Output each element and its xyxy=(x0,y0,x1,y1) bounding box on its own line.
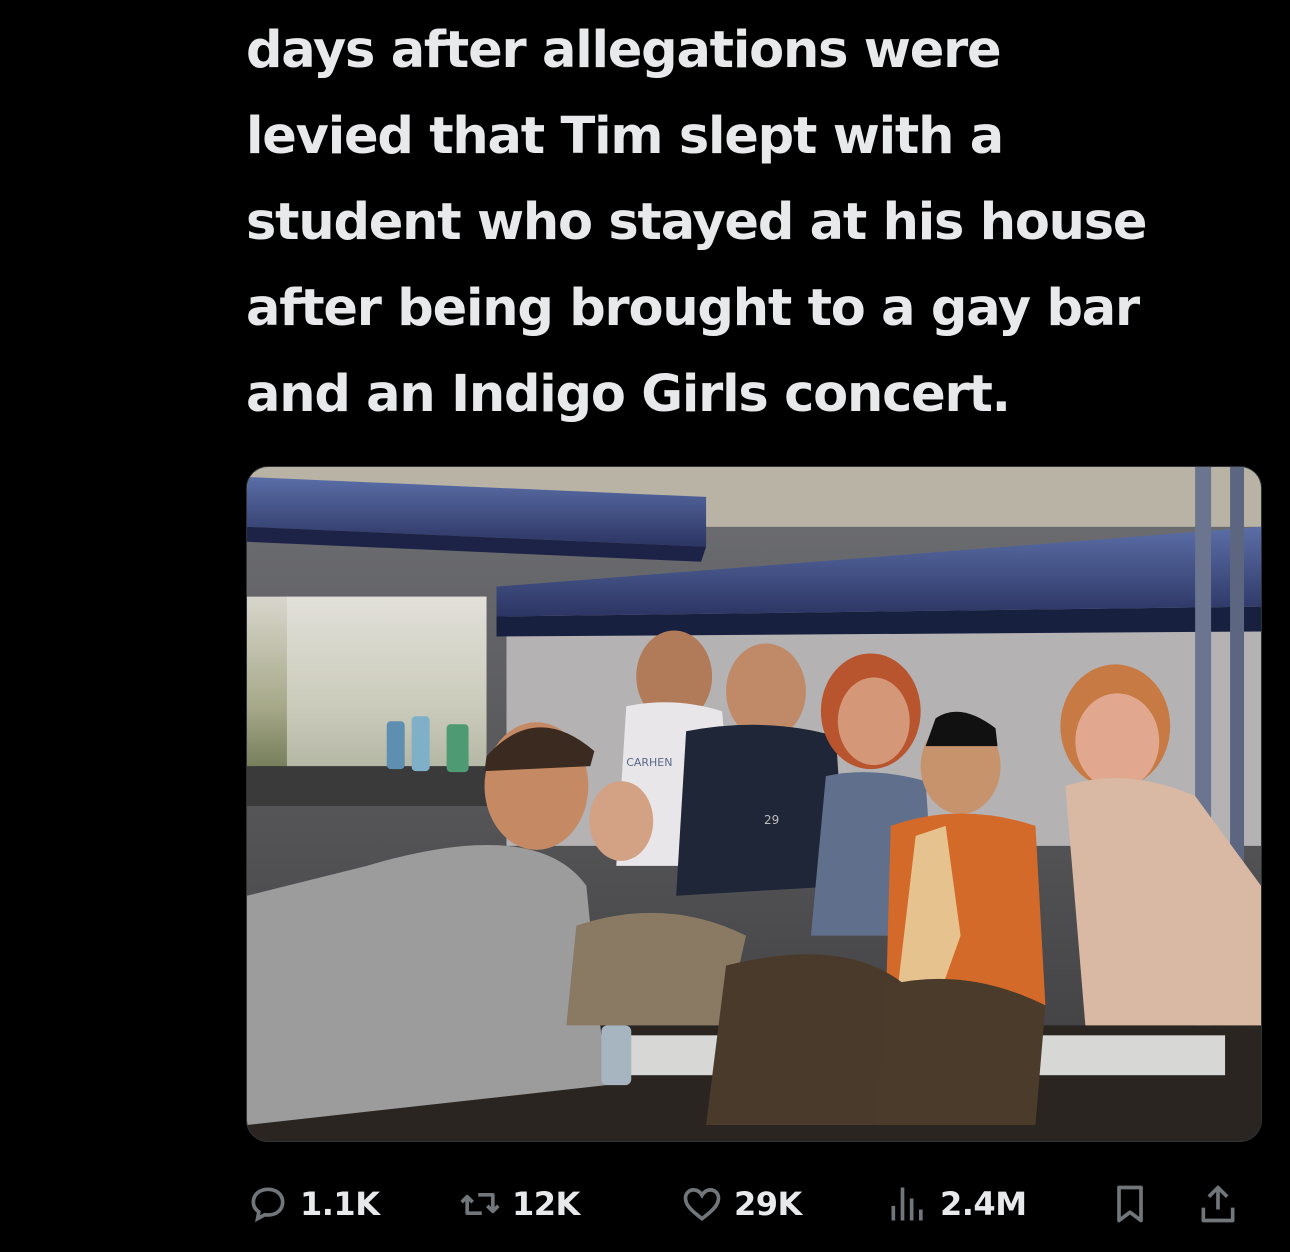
share-button[interactable] xyxy=(1196,1172,1240,1236)
like-button[interactable]: 29K xyxy=(680,1172,802,1236)
like-count: 29K xyxy=(734,1185,802,1223)
tweet-text-line: after being brought to a gay bar xyxy=(246,279,1140,338)
group-photo-illustration: 29 CARHEN xyxy=(247,467,1261,1141)
tweet-text-line: days after allegations were xyxy=(246,21,1002,80)
heart-icon xyxy=(683,1188,721,1221)
tweet-text-line: and an Indigo Girls concert. xyxy=(246,365,1011,424)
share-icon xyxy=(1201,1185,1235,1223)
tweet-text-line: student who stayed at his house xyxy=(246,193,1148,252)
bookmark-icon xyxy=(1117,1185,1143,1223)
tweet-text: days after allegations were levied that … xyxy=(246,8,1256,438)
tweet-photo[interactable]: 29 CARHEN xyxy=(246,466,1262,1142)
views-count: 2.4M xyxy=(940,1185,1027,1223)
shirt-logo-text: CARHEN xyxy=(626,756,672,769)
views-icon xyxy=(891,1187,923,1221)
reply-icon xyxy=(251,1187,285,1223)
retweet-button[interactable]: 12K xyxy=(458,1172,580,1236)
tweet-action-bar: 1.1K 12K 29K 2.4M xyxy=(246,1172,1262,1236)
tweet-text-line: levied that Tim slept with a xyxy=(246,107,1004,166)
retweet-count: 12K xyxy=(512,1185,580,1223)
retweet-icon xyxy=(460,1193,500,1215)
bookmark-button[interactable] xyxy=(1108,1172,1152,1236)
reply-button[interactable]: 1.1K xyxy=(246,1172,380,1236)
reply-count: 1.1K xyxy=(300,1185,380,1223)
views-button[interactable]: 2.4M xyxy=(886,1172,1027,1236)
shirt-number-text: 29 xyxy=(764,813,779,827)
